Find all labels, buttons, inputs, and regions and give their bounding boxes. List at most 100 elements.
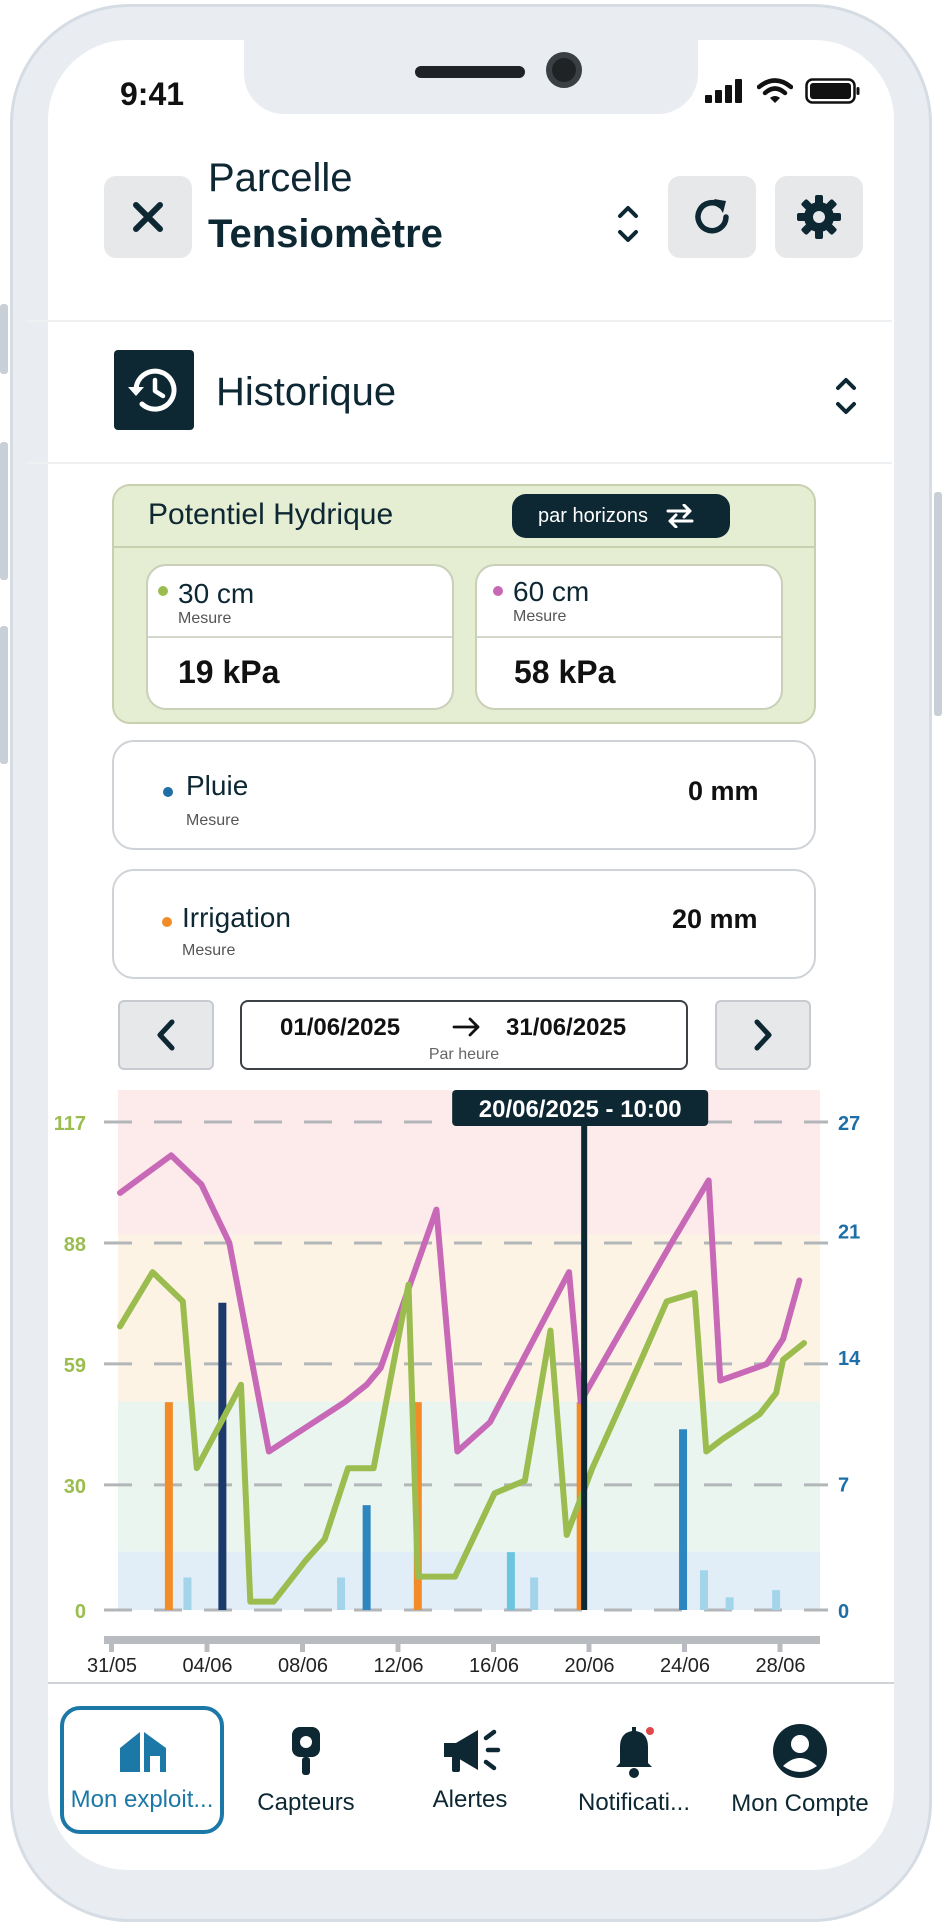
bar: [679, 1429, 688, 1610]
y-left-tick-label: 59: [64, 1355, 86, 1377]
bar: [218, 1302, 227, 1610]
megaphone-icon: [438, 1726, 502, 1776]
horizon-depth: 30 cm: [178, 578, 255, 609]
irrigation-dot: [162, 917, 172, 927]
potentiel-separator: [112, 546, 816, 548]
battery-icon: [805, 78, 860, 104]
bar: [337, 1577, 346, 1610]
date-resolution: Par heure: [428, 1046, 500, 1063]
irrigation-value: 20 mm: [672, 904, 758, 934]
front-camera: [546, 52, 582, 88]
horizon-value: 19 kPa: [178, 654, 280, 690]
page-title: Tensiomètre: [208, 212, 443, 256]
horizon-kind: Mesure: [178, 610, 232, 627]
history-icon: [128, 368, 177, 412]
header-divider: [26, 320, 892, 322]
history-icon-box: [114, 350, 194, 430]
y-right-tick-label: 21: [838, 1221, 860, 1243]
x-axis-tick: [586, 1636, 592, 1652]
horizon-kind: Mesure: [513, 608, 567, 625]
nav-item-bell[interactable]: Notificati...: [554, 1706, 714, 1834]
irrigation-kind: Mesure: [182, 942, 236, 959]
gear-icon: [797, 195, 841, 239]
y-right-tick-label: 14: [838, 1348, 861, 1370]
bar: [164, 1402, 173, 1610]
close-button[interactable]: [104, 176, 192, 258]
pluie-value: 0 mm: [688, 776, 759, 806]
settings-button[interactable]: [775, 176, 863, 258]
nav-item-label: Alertes: [432, 1786, 508, 1813]
section-label: Historique: [216, 370, 397, 414]
nav-item-label: Mon exploit...: [70, 1786, 214, 1813]
nav-item-farm[interactable]: Mon exploit...: [60, 1706, 224, 1834]
page-subtitle: Parcelle: [208, 156, 353, 200]
y-left-tick-label: 88: [64, 1234, 86, 1256]
irrigation-label: Irrigation: [182, 902, 291, 933]
horizon-card-divider: [148, 636, 452, 638]
nav-item-account[interactable]: Mon Compte: [720, 1706, 880, 1834]
pluie-dot: [163, 787, 173, 797]
x-axis-tick: [491, 1636, 496, 1652]
x-axis-tick: [204, 1636, 210, 1652]
sensor-icon: [286, 1723, 326, 1779]
chevron-right-icon: [754, 1019, 772, 1051]
horizon-depth: 60 cm: [513, 576, 590, 607]
bar: [699, 1570, 708, 1610]
power-button: [934, 492, 942, 716]
refresh-icon: [695, 199, 729, 234]
bottom-nav-divider: [48, 1682, 894, 1684]
sensor-switch-chevrons[interactable]: [614, 202, 642, 246]
history-chart[interactable]: 0 30 59 88 117 0 7 14 21 27 31/05 04/06 08/06 12/06 1…: [0, 1080, 942, 1680]
nav-item-megaphone[interactable]: Alertes: [390, 1706, 550, 1834]
previous-period-button[interactable]: [118, 1000, 214, 1070]
y-right-tick-label: 27: [838, 1113, 860, 1135]
mode-toggle-label: par horizons: [538, 504, 649, 527]
horizon-dot-30: [158, 586, 168, 596]
chevron-left-icon: [157, 1019, 175, 1051]
nav-item-label: Capteurs: [257, 1789, 355, 1816]
tooltip-text: 20/06/2025 - 10:00: [479, 1096, 682, 1123]
horizon-dot-60: [493, 586, 503, 596]
y-left-tick-label: 30: [64, 1476, 86, 1498]
x-tick-label: 31/05: [87, 1655, 137, 1677]
nav-item-label: Notificati...: [577, 1789, 691, 1816]
date-end: 31/06/2025: [506, 1014, 627, 1041]
farm-icon: [114, 1726, 170, 1776]
pluie-label: Pluie: [186, 770, 249, 801]
y-left-tick-label: 117: [54, 1113, 86, 1135]
nav-item-label: Mon Compte: [731, 1790, 869, 1817]
swap-arrows-icon: [666, 504, 694, 528]
bar: [530, 1577, 539, 1610]
section-divider: [26, 462, 892, 464]
x-axis-tick: [682, 1636, 687, 1652]
pluie-kind: Mesure: [186, 812, 240, 829]
x-tick-label: 16/06: [469, 1655, 519, 1677]
refresh-button[interactable]: [668, 176, 756, 258]
x-axis-tick: [300, 1636, 305, 1652]
x-tick-label: 08/06: [278, 1655, 328, 1677]
mute-switch: [0, 304, 8, 374]
x-axis-line: [104, 1636, 820, 1644]
arrow-right-icon: [452, 1017, 480, 1037]
bar: [362, 1505, 371, 1610]
bar: [506, 1552, 515, 1610]
x-axis-tick: [395, 1636, 401, 1652]
x-tick-label: 12/06: [373, 1655, 423, 1677]
bar: [725, 1597, 734, 1610]
bar: [772, 1590, 781, 1610]
horizon-card-divider: [477, 636, 781, 638]
status-icons: [705, 78, 861, 104]
potentiel-title: Potentiel Hydrique: [148, 498, 394, 531]
status-time: 9:41: [120, 76, 185, 112]
nav-item-sensor[interactable]: Capteurs: [226, 1706, 386, 1834]
date-start: 01/06/2025: [280, 1014, 401, 1041]
x-tick-label: 04/06: [182, 1655, 232, 1677]
x-tick-label: 24/06: [660, 1655, 710, 1677]
mode-toggle-button[interactable]: par horizons: [512, 494, 730, 538]
bar: [183, 1577, 192, 1610]
y-right-tick-label: 7: [838, 1474, 849, 1496]
section-chevrons[interactable]: [832, 374, 860, 418]
date-range-selector[interactable]: 01/06/2025 31/06/2025 Par heure: [240, 1000, 688, 1070]
wifi-icon: [757, 78, 793, 103]
next-period-button[interactable]: [715, 1000, 811, 1070]
